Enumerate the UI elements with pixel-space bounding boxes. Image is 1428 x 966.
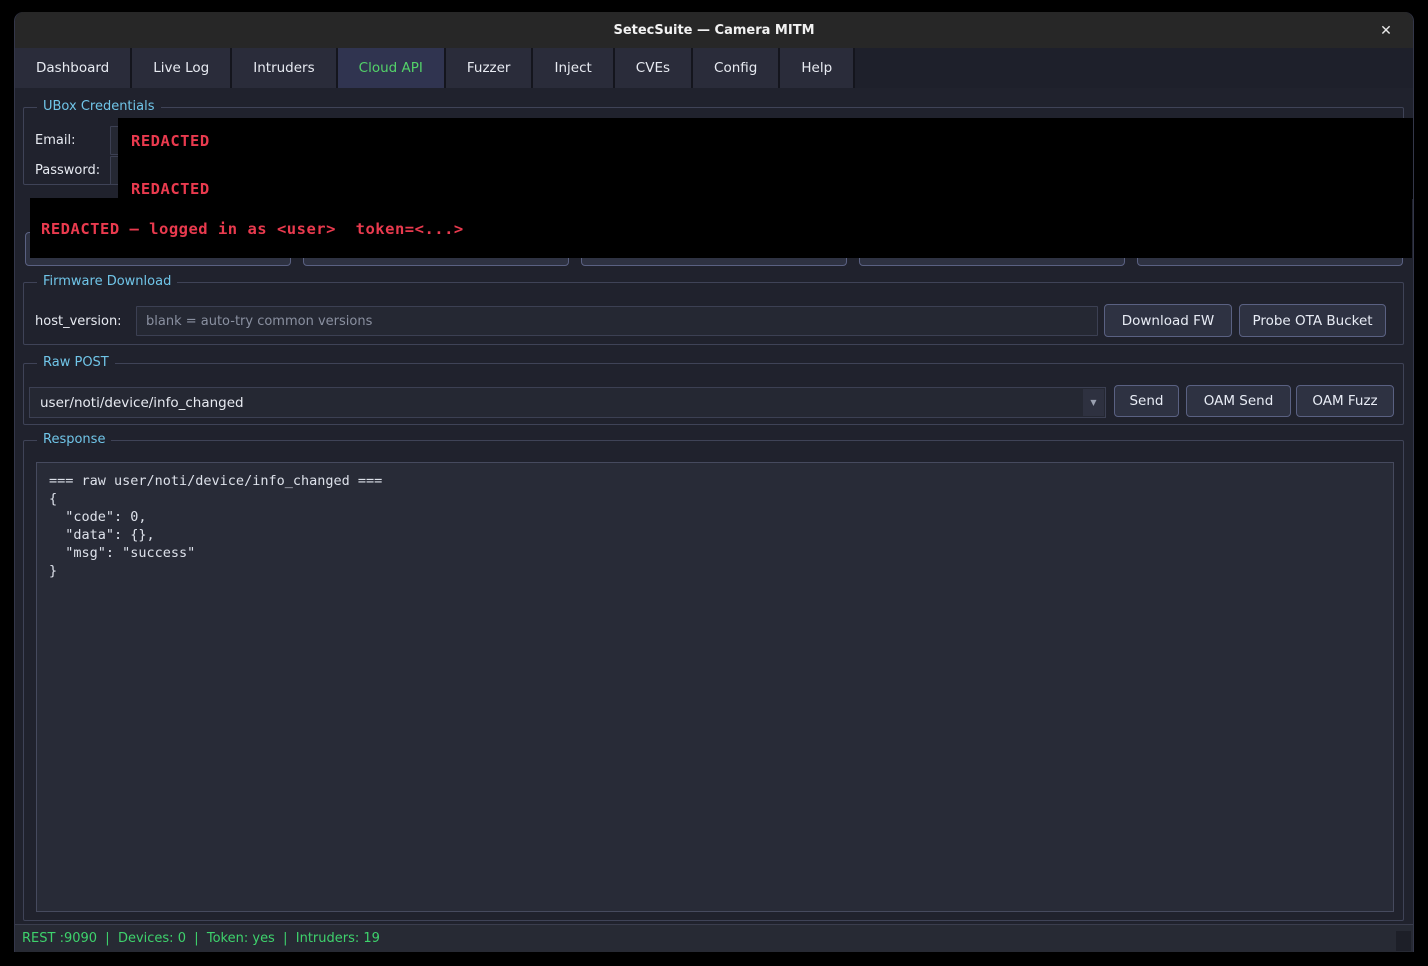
tab-config[interactable]: Config	[693, 48, 780, 88]
redacted-email-text: REDACTED	[131, 132, 210, 150]
redaction-overlay-1	[118, 118, 1413, 199]
tab-help[interactable]: Help	[780, 48, 855, 88]
app-window: SetecSuite — Camera MITM ✕ Dashboard Liv…	[14, 12, 1414, 952]
oam-send-button[interactable]: OAM Send	[1186, 385, 1291, 417]
redacted-password-text: REDACTED	[131, 180, 210, 198]
response-output[interactable]: === raw user/noti/device/info_changed ==…	[36, 462, 1394, 912]
oam-fuzz-button[interactable]: OAM Fuzz	[1296, 385, 1394, 417]
window-title: SetecSuite — Camera MITM	[613, 23, 814, 38]
cloud-api-panel: UBox Credentials Email: Password: REDACT…	[15, 88, 1413, 924]
tab-cloud-api[interactable]: Cloud API	[338, 48, 446, 88]
ubox-credentials-group-label: UBox Credentials	[37, 99, 161, 114]
redacted-login-status-text: REDACTED — logged in as <user> token=<..…	[41, 220, 464, 238]
email-label: Email:	[35, 133, 75, 148]
download-fw-button[interactable]: Download FW	[1104, 304, 1232, 337]
tab-intruders[interactable]: Intruders	[232, 48, 337, 88]
status-bar: REST :9090 | Devices: 0 | Token: yes | I…	[15, 924, 1413, 952]
tab-fuzzer[interactable]: Fuzzer	[446, 48, 534, 88]
tab-dashboard[interactable]: Dashboard	[15, 48, 132, 88]
tab-cves[interactable]: CVEs	[615, 48, 693, 88]
probe-ota-bucket-button[interactable]: Probe OTA Bucket	[1239, 304, 1386, 337]
resize-grip[interactable]	[1396, 931, 1411, 951]
endpoint-combobox[interactable]: user/noti/device/info_changed ▼	[29, 387, 1106, 418]
chevron-down-icon[interactable]: ▼	[1083, 389, 1104, 416]
firmware-download-group-label: Firmware Download	[37, 274, 177, 289]
endpoint-combobox-value: user/noti/device/info_changed	[30, 395, 1083, 411]
send-button[interactable]: Send	[1114, 385, 1179, 417]
title-bar: SetecSuite — Camera MITM ✕	[15, 12, 1413, 48]
response-group-label: Response	[37, 432, 111, 447]
status-text: REST :9090 | Devices: 0 | Token: yes | I…	[15, 931, 380, 946]
password-label: Password:	[35, 163, 100, 178]
raw-post-group-label: Raw POST	[37, 355, 115, 370]
host-version-label: host_version:	[35, 314, 122, 329]
close-icon[interactable]: ✕	[1375, 20, 1397, 42]
tab-inject[interactable]: Inject	[533, 48, 614, 88]
tab-live-log[interactable]: Live Log	[132, 48, 232, 88]
tab-bar: Dashboard Live Log Intruders Cloud API F…	[15, 48, 1413, 88]
host-version-input[interactable]	[136, 306, 1098, 336]
